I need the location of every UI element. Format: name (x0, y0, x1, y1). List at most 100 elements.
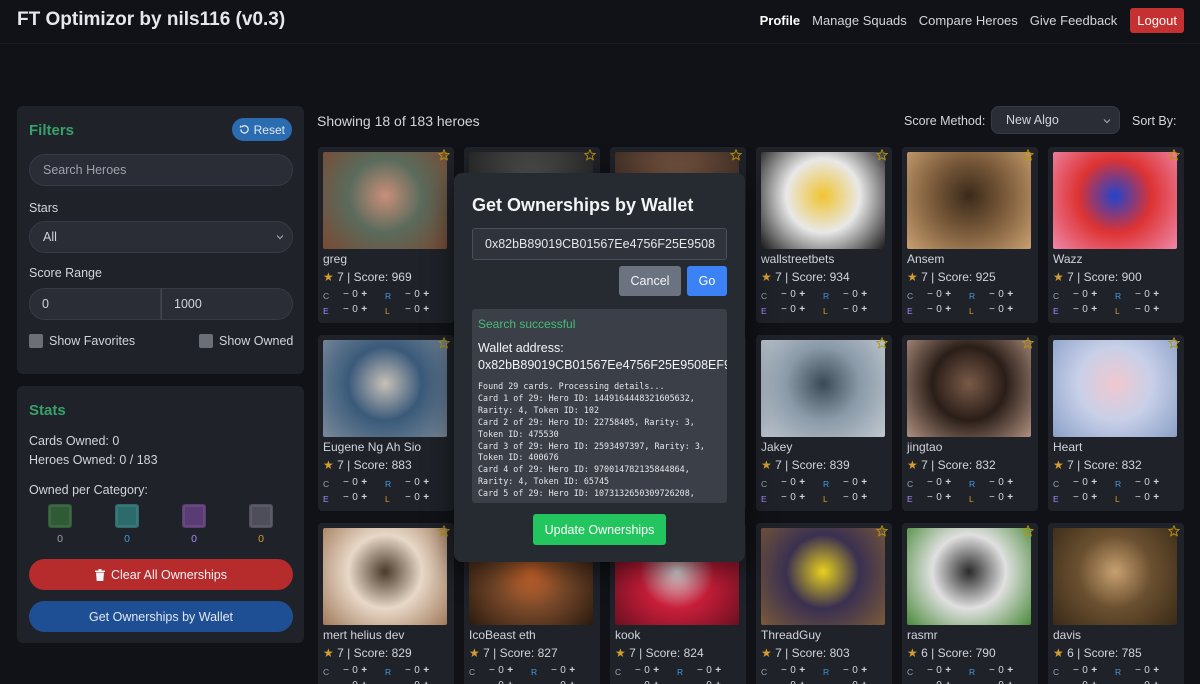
decrement-button[interactable]: − (843, 289, 849, 300)
increment-button[interactable]: + (799, 492, 805, 503)
decrement-button[interactable]: − (405, 304, 411, 315)
increment-button[interactable]: + (1091, 492, 1097, 503)
rarity-stepper[interactable]: − 0 + (405, 492, 429, 503)
rarity-stepper[interactable]: − 0 + (1135, 304, 1159, 315)
get-ownerships-wallet-button[interactable]: Get Ownerships by Wallet (29, 601, 293, 632)
result-log[interactable]: Search successful Wallet address: 0x82bB… (472, 309, 727, 503)
decrement-button[interactable]: − (1135, 492, 1141, 503)
rarity-stepper[interactable]: − 0 + (843, 492, 867, 503)
score-min-input[interactable]: 0 (29, 288, 161, 320)
favorite-star-icon[interactable] (876, 337, 888, 349)
rarity-stepper[interactable]: − 0 + (1073, 680, 1097, 684)
hero-card[interactable]: Ansem ★ 7 | Score: 925 C − 0 + R − 0 + E − 0 + L… (902, 147, 1038, 323)
decrement-button[interactable]: − (343, 289, 349, 300)
increment-button[interactable]: + (569, 680, 575, 684)
decrement-button[interactable]: − (405, 477, 411, 488)
decrement-button[interactable]: − (1135, 477, 1141, 488)
decrement-button[interactable]: − (1135, 304, 1141, 315)
favorite-star-icon[interactable] (1168, 525, 1180, 537)
rarity-stepper[interactable]: − 0 + (697, 680, 721, 684)
increment-button[interactable]: + (945, 304, 951, 315)
hero-card[interactable]: greg ★ 7 | Score: 969 C − 0 + R − 0 + E − 0 + L −… (318, 147, 454, 323)
decrement-button[interactable]: − (843, 492, 849, 503)
increment-button[interactable]: + (423, 289, 429, 300)
score-max-input[interactable]: 1000 (161, 288, 293, 320)
decrement-button[interactable]: − (405, 665, 411, 676)
rarity-stepper[interactable]: − 0 + (781, 680, 805, 684)
decrement-button[interactable]: − (1073, 680, 1079, 684)
rarity-stepper[interactable]: − 0 + (989, 665, 1013, 676)
rarity-stepper[interactable]: − 0 + (781, 477, 805, 488)
increment-button[interactable]: + (507, 665, 513, 676)
decrement-button[interactable]: − (697, 680, 703, 684)
favorite-star-icon[interactable] (876, 525, 888, 537)
rarity-stepper[interactable]: − 0 + (635, 665, 659, 676)
decrement-button[interactable]: − (989, 289, 995, 300)
hero-card[interactable]: davis★ 6 | Score: 785C− 0 +R− 0 +E− 0 +L… (1048, 523, 1184, 684)
wallet-address-input[interactable]: 0x82bB89019CB01567Ee4756F25E9508 (472, 228, 727, 260)
rarity-stepper[interactable]: − 0 + (343, 304, 367, 315)
rarity-stepper[interactable]: − 0 + (781, 304, 805, 315)
increment-button[interactable]: + (1153, 477, 1159, 488)
increment-button[interactable]: + (423, 680, 429, 684)
rarity-stepper[interactable]: − 0 + (1135, 665, 1159, 676)
increment-button[interactable]: + (1091, 289, 1097, 300)
favorite-star-icon[interactable] (1168, 337, 1180, 349)
increment-button[interactable]: + (361, 477, 367, 488)
hero-card[interactable]: Eugene Ng Ah Sio ★ 7 | Score: 883 C − 0 + R −… (318, 335, 454, 511)
increment-button[interactable]: + (945, 289, 951, 300)
hero-card[interactable]: Heart ★ 7 | Score: 832 C − 0 + R − 0 + E − 0 + L… (1048, 335, 1184, 511)
increment-button[interactable]: + (715, 665, 721, 676)
logout-button[interactable]: Logout (1130, 8, 1184, 33)
rarity-stepper[interactable]: − 0 + (1073, 289, 1097, 300)
rarity-stepper[interactable]: − 0 + (343, 289, 367, 300)
decrement-button[interactable]: − (405, 289, 411, 300)
increment-button[interactable]: + (861, 492, 867, 503)
favorite-star-icon[interactable] (1022, 525, 1034, 537)
decrement-button[interactable]: − (405, 492, 411, 503)
increment-button[interactable]: + (1153, 665, 1159, 676)
decrement-button[interactable]: − (989, 304, 995, 315)
increment-button[interactable]: + (361, 665, 367, 676)
rarity-stepper[interactable]: − 0 + (927, 289, 951, 300)
decrement-button[interactable]: − (781, 680, 787, 684)
increment-button[interactable]: + (945, 477, 951, 488)
rarity-stepper[interactable]: − 0 + (843, 477, 867, 488)
increment-button[interactable]: + (569, 665, 575, 676)
decrement-button[interactable]: − (697, 665, 703, 676)
update-ownerships-button[interactable]: Update Ownerships (533, 514, 666, 545)
favorite-star-icon[interactable] (1022, 149, 1034, 161)
reset-button[interactable]: Reset (231, 118, 292, 141)
decrement-button[interactable]: − (781, 492, 787, 503)
nav-manage-squads[interactable]: Manage Squads (812, 13, 907, 28)
rarity-stepper[interactable]: − 0 + (551, 680, 575, 684)
rarity-stepper[interactable]: − 0 + (343, 492, 367, 503)
favorite-star-icon[interactable] (876, 149, 888, 161)
increment-button[interactable]: + (861, 477, 867, 488)
rarity-stepper[interactable]: − 0 + (843, 680, 867, 684)
increment-button[interactable]: + (423, 665, 429, 676)
increment-button[interactable]: + (361, 304, 367, 315)
increment-button[interactable]: + (861, 289, 867, 300)
decrement-button[interactable]: − (843, 680, 849, 684)
decrement-button[interactable]: − (405, 680, 411, 684)
increment-button[interactable]: + (507, 680, 513, 684)
decrement-button[interactable]: − (343, 680, 349, 684)
decrement-button[interactable]: − (343, 665, 349, 676)
hero-card[interactable]: Wazz ★ 7 | Score: 900 C − 0 + R − 0 + E − 0 + L −… (1048, 147, 1184, 323)
decrement-button[interactable]: − (551, 680, 557, 684)
increment-button[interactable]: + (361, 492, 367, 503)
increment-button[interactable]: + (1007, 492, 1013, 503)
decrement-button[interactable]: − (1135, 680, 1141, 684)
rarity-stepper[interactable]: − 0 + (1073, 665, 1097, 676)
decrement-button[interactable]: − (343, 477, 349, 488)
rarity-stepper[interactable]: − 0 + (343, 477, 367, 488)
rarity-stepper[interactable]: − 0 + (989, 289, 1013, 300)
decrement-button[interactable]: − (781, 289, 787, 300)
increment-button[interactable]: + (1153, 680, 1159, 684)
hero-card[interactable]: Jakey ★ 7 | Score: 839 C − 0 + R − 0 + E − 0 + L… (756, 335, 892, 511)
favorite-star-icon[interactable] (584, 149, 596, 161)
rarity-stepper[interactable]: − 0 + (927, 492, 951, 503)
increment-button[interactable]: + (861, 304, 867, 315)
decrement-button[interactable]: − (1073, 492, 1079, 503)
